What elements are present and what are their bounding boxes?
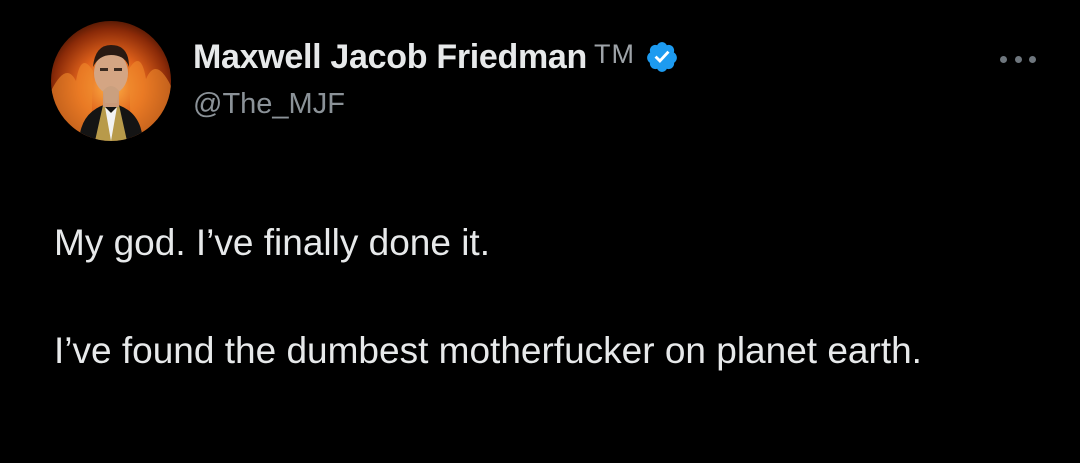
more-dot-icon xyxy=(1014,55,1022,63)
handle[interactable]: @The_MJF xyxy=(193,88,679,121)
avatar[interactable] xyxy=(51,21,171,141)
display-name[interactable]: Maxwell Jacob Friedman xyxy=(193,38,587,77)
profile-photo-icon xyxy=(51,21,171,141)
more-options-icon[interactable] xyxy=(1000,50,1036,68)
tweet-header: Maxwell Jacob Friedman TM @The_MJF xyxy=(193,37,679,121)
more-dot-icon xyxy=(1000,55,1007,63)
name-suffix: TM xyxy=(593,38,635,69)
tweet-paragraph: I’ve found the dumbest motherfucker on p… xyxy=(54,330,922,371)
more-dot-icon xyxy=(1029,55,1036,63)
verified-badge-icon xyxy=(647,42,677,72)
tweet-paragraph: My god. I’ve finally done it. xyxy=(54,222,490,263)
name-row: Maxwell Jacob Friedman TM xyxy=(193,37,679,77)
tweet-text: My god. I’ve finally done it. I’ve found… xyxy=(54,216,1044,378)
tweet-card: Maxwell Jacob Friedman TM @The_MJF My go… xyxy=(0,0,1080,463)
